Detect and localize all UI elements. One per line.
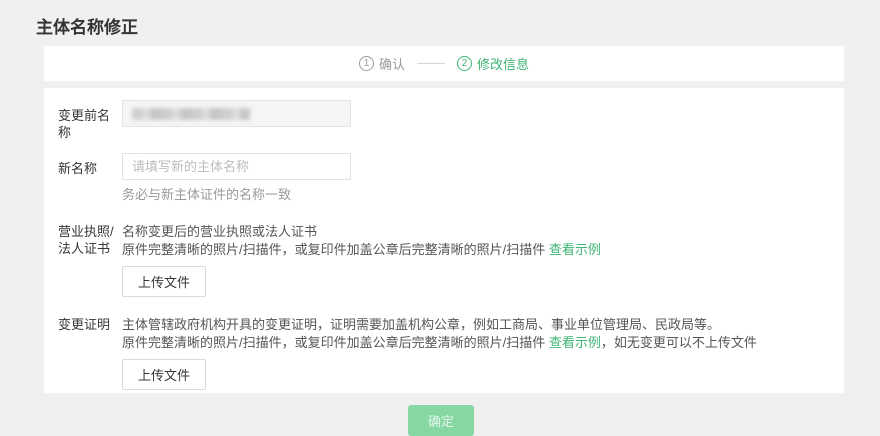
new-name-helper-text: 务必与新主体证件的名称一致: [122, 187, 292, 202]
stepper-step-modify-info: 2 修改信息: [457, 54, 529, 73]
license-label-line1: 营业执照/: [58, 224, 114, 239]
change-proof-row: 变更证明 主体管辖政府机构开具的变更证明，证明需要加盖机构公章，例如工商局、事业…: [58, 309, 824, 390]
step-1-circle-icon: 1: [358, 56, 374, 71]
change-proof-desc-line2: 原件完整清晰的照片/扫描件，或复印件加盖公章后完整清晰的照片/扫描件 查看示例，…: [122, 334, 824, 352]
redacted-name-value: [132, 107, 250, 120]
change-proof-desc-line2-suffix: ，如无变更可以不上传文件: [600, 335, 757, 350]
name-correction-form: 变更前名称 新名称 务必与新主体证件的名称一致 营业执照/ 法人证书 名称变更后…: [44, 88, 844, 436]
license-upload-button[interactable]: 上传文件: [122, 266, 207, 297]
license-desc-line2: 原件完整清晰的照片/扫描件，或复印件加盖公章后完整清晰的照片/扫描件 查看示例: [122, 241, 824, 259]
license-view-example-link[interactable]: 查看示例: [549, 242, 601, 257]
step-2-label: 修改信息: [477, 57, 530, 72]
new-name-label: 新名称: [58, 161, 98, 176]
stepper: 1 确认 2 修改信息: [44, 46, 844, 81]
before-name-field: [122, 100, 351, 127]
license-label: 营业执照/ 法人证书: [58, 216, 122, 297]
page-title: 主体名称修正: [36, 18, 138, 37]
new-name-input[interactable]: [122, 153, 351, 180]
license-row: 营业执照/ 法人证书 名称变更后的营业执照或法人证书 原件完整清晰的照片/扫描件…: [58, 216, 824, 297]
step-1-label: 确认: [378, 57, 405, 72]
change-proof-desc-line2-prefix: 原件完整清晰的照片/扫描件，或复印件加盖公章后完整清晰的照片/扫描件: [122, 335, 549, 350]
stepper-connector: [417, 63, 445, 64]
license-label-line2: 法人证书: [58, 241, 111, 256]
step-2-circle-icon: 2: [457, 56, 472, 71]
change-proof-view-example-link[interactable]: 查看示例: [549, 335, 601, 350]
new-name-row: 新名称 务必与新主体证件的名称一致: [58, 153, 824, 202]
license-desc-line2-text: 原件完整清晰的照片/扫描件，或复印件加盖公章后完整清晰的照片/扫描件: [122, 242, 549, 257]
before-name-label: 变更前名称: [58, 108, 111, 140]
change-proof-label: 变更证明: [58, 317, 111, 332]
stepper-step-confirm: 1 确认: [358, 54, 405, 73]
before-name-row: 变更前名称: [58, 100, 824, 141]
change-proof-desc-line1: 主体管辖政府机构开具的变更证明，证明需要加盖机构公章，例如工商局、事业单位管理局…: [122, 317, 721, 332]
change-proof-upload-button[interactable]: 上传文件: [122, 359, 207, 390]
license-desc-line1: 名称变更后的营业执照或法人证书: [122, 224, 318, 239]
